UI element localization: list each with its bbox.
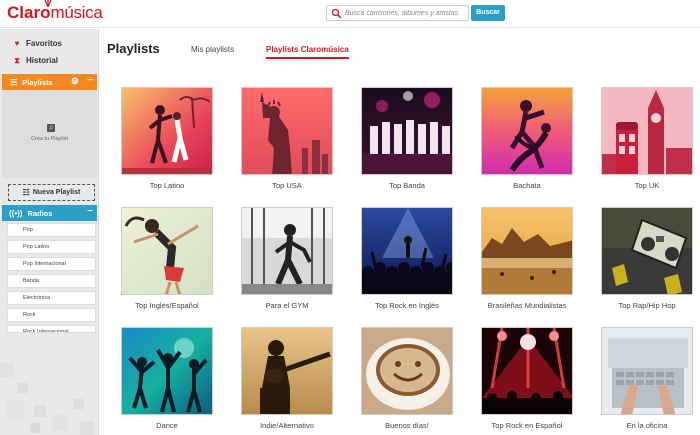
tab-playlists-claromusica[interactable]: Playlists Claromúsica [266, 45, 349, 59]
music-note-icon: ♫ [47, 124, 55, 132]
playlists-label: Playlists [22, 77, 53, 87]
gear-icon[interactable]: ⚙ [71, 76, 79, 87]
playlist-title[interactable]: Bachata [481, 181, 573, 190]
playlist-card[interactable]: Indie/Alternativo [241, 327, 333, 430]
playlist-title[interactable]: Top Rap/Hip Hop [601, 301, 693, 310]
rock-concert-image[interactable] [361, 207, 453, 295]
create-playlist-area[interactable]: ♫ Crea tu Playlist [2, 90, 97, 178]
playlist-card[interactable]: Top Rock en Inglés [361, 207, 453, 310]
dancing-girl-image[interactable] [121, 207, 213, 295]
sidebar-item-label: Favoritos [26, 39, 63, 48]
playlist-title[interactable]: Para el GYM [241, 301, 333, 310]
statue-of-liberty-image[interactable] [241, 87, 333, 175]
sidebar-radios-header[interactable]: ((•)) Radios − [2, 205, 97, 221]
tab-mis-playlists[interactable]: Mis playlists [191, 45, 234, 54]
sidebar: ♥ Favoritos ⧗ Historial ☰ Playlists ⚙ − … [0, 29, 99, 435]
logo-musica-text: música [50, 3, 103, 22]
playlist-card[interactable]: Top Rap/Hip Hop [601, 207, 693, 310]
main-content: Playlists Mis playlists Playlists Clarom… [100, 29, 700, 435]
playlist-card[interactable]: Top USA [241, 87, 333, 190]
playlist-title[interactable]: Top Rock en Español [481, 421, 573, 430]
sidebar-item-historial[interactable]: ⧗ Historial [0, 52, 99, 69]
big-ben-image[interactable] [601, 87, 693, 175]
logo-spark-icon [44, 0, 52, 7]
playlist-card[interactable]: Top Banda [361, 87, 453, 190]
sidebar-playlists-header[interactable]: ☰ Playlists ⚙ − [2, 74, 97, 90]
dance-crowd-image[interactable] [121, 327, 213, 415]
new-playlist-button[interactable]: ☷ Nueva Playlist [8, 184, 95, 201]
radio-item-rock[interactable]: Rock [7, 308, 96, 322]
hourglass-icon: ⧗ [14, 55, 20, 65]
radio-antenna-icon: ((•)) [9, 208, 23, 218]
playlist-title[interactable]: Buenos días! [361, 421, 453, 430]
playlist-card[interactable]: Bachata [481, 87, 573, 190]
laptop-typing-image[interactable] [601, 327, 693, 415]
radios-label: Radios [27, 208, 53, 218]
playlist-title[interactable]: Top USA [241, 181, 333, 190]
create-playlist-text: Crea tu Playlist [31, 136, 68, 142]
radio-item-pop-latino[interactable]: Pop Latino [7, 240, 96, 254]
collapse-icon[interactable]: − [87, 75, 93, 86]
playlist-title[interactable]: Top Inglés/Español [121, 301, 213, 310]
new-playlist-label: Nueva Playlist [32, 189, 81, 196]
playlist-title[interactable]: Top UK [601, 181, 693, 190]
radio-item-rock-internacional[interactable]: Rock Internacional [7, 325, 96, 333]
dancing-couple-image[interactable] [121, 87, 213, 175]
sidebar-decorative-pattern [0, 363, 94, 435]
claro-musica-logo[interactable]: Claromúsica [7, 0, 103, 23]
rio-beach-image[interactable] [481, 207, 573, 295]
collapse-icon[interactable]: − [87, 206, 93, 217]
search-icon [331, 8, 342, 19]
page-title: Playlists [107, 41, 160, 56]
gym-workout-image[interactable] [241, 207, 333, 295]
playlist-card[interactable]: Dance [121, 327, 213, 430]
bachata-dancers-image[interactable] [481, 87, 573, 175]
radio-item-pop[interactable]: Pop [7, 223, 96, 237]
playlist-title[interactable]: Dance [121, 421, 213, 430]
band-on-stage-image[interactable] [361, 87, 453, 175]
heart-icon: ♥ [14, 39, 20, 48]
top-header: Claromúsica Buscar [0, 0, 700, 28]
radio-item-electronica[interactable]: Electrónica [7, 291, 96, 305]
stage-lights-image[interactable] [481, 327, 573, 415]
playlist-title[interactable]: Indie/Alternativo [241, 421, 333, 430]
playlist-title[interactable]: Top Rock en Inglés [361, 301, 453, 310]
playlist-card[interactable]: Para el GYM [241, 207, 333, 310]
search-input[interactable] [345, 9, 465, 17]
search-box[interactable] [326, 5, 469, 21]
playlist-title[interactable]: Top Banda [361, 181, 453, 190]
search-button[interactable]: Buscar [471, 5, 505, 21]
playlist-title[interactable]: En la oficina [601, 421, 693, 430]
playlist-card[interactable]: Top Latino [121, 87, 213, 190]
playlist-card[interactable]: Top Inglés/Español [121, 207, 213, 310]
sidebar-item-favoritos[interactable]: ♥ Favoritos [0, 35, 99, 52]
sidebar-item-label: Historial [26, 56, 59, 65]
list-icon: ☰ [10, 77, 18, 87]
playlist-card[interactable]: Brasileñas Mundialistas [481, 207, 573, 310]
guitarist-silhouette-image[interactable] [241, 327, 333, 415]
playlist-title[interactable]: Brasileñas Mundialistas [481, 301, 573, 310]
radio-item-banda[interactable]: Banda [7, 274, 96, 288]
playlist-card[interactable]: Top UK [601, 87, 693, 190]
playlist-title[interactable]: Top Latino [121, 181, 213, 190]
boombox-image[interactable] [601, 207, 693, 295]
coffee-smiley-image[interactable] [361, 327, 453, 415]
playlist-card[interactable]: Top Rock en Español [481, 327, 573, 430]
radio-item-pop-internacional[interactable]: Pop Internacional [7, 257, 96, 271]
radio-list: Pop Pop Latino Pop Internacional Banda E… [7, 223, 96, 333]
add-list-icon: ☷ [22, 188, 30, 197]
playlist-card[interactable]: Buenos días! [361, 327, 453, 430]
playlist-card[interactable]: En la oficina [601, 327, 693, 430]
